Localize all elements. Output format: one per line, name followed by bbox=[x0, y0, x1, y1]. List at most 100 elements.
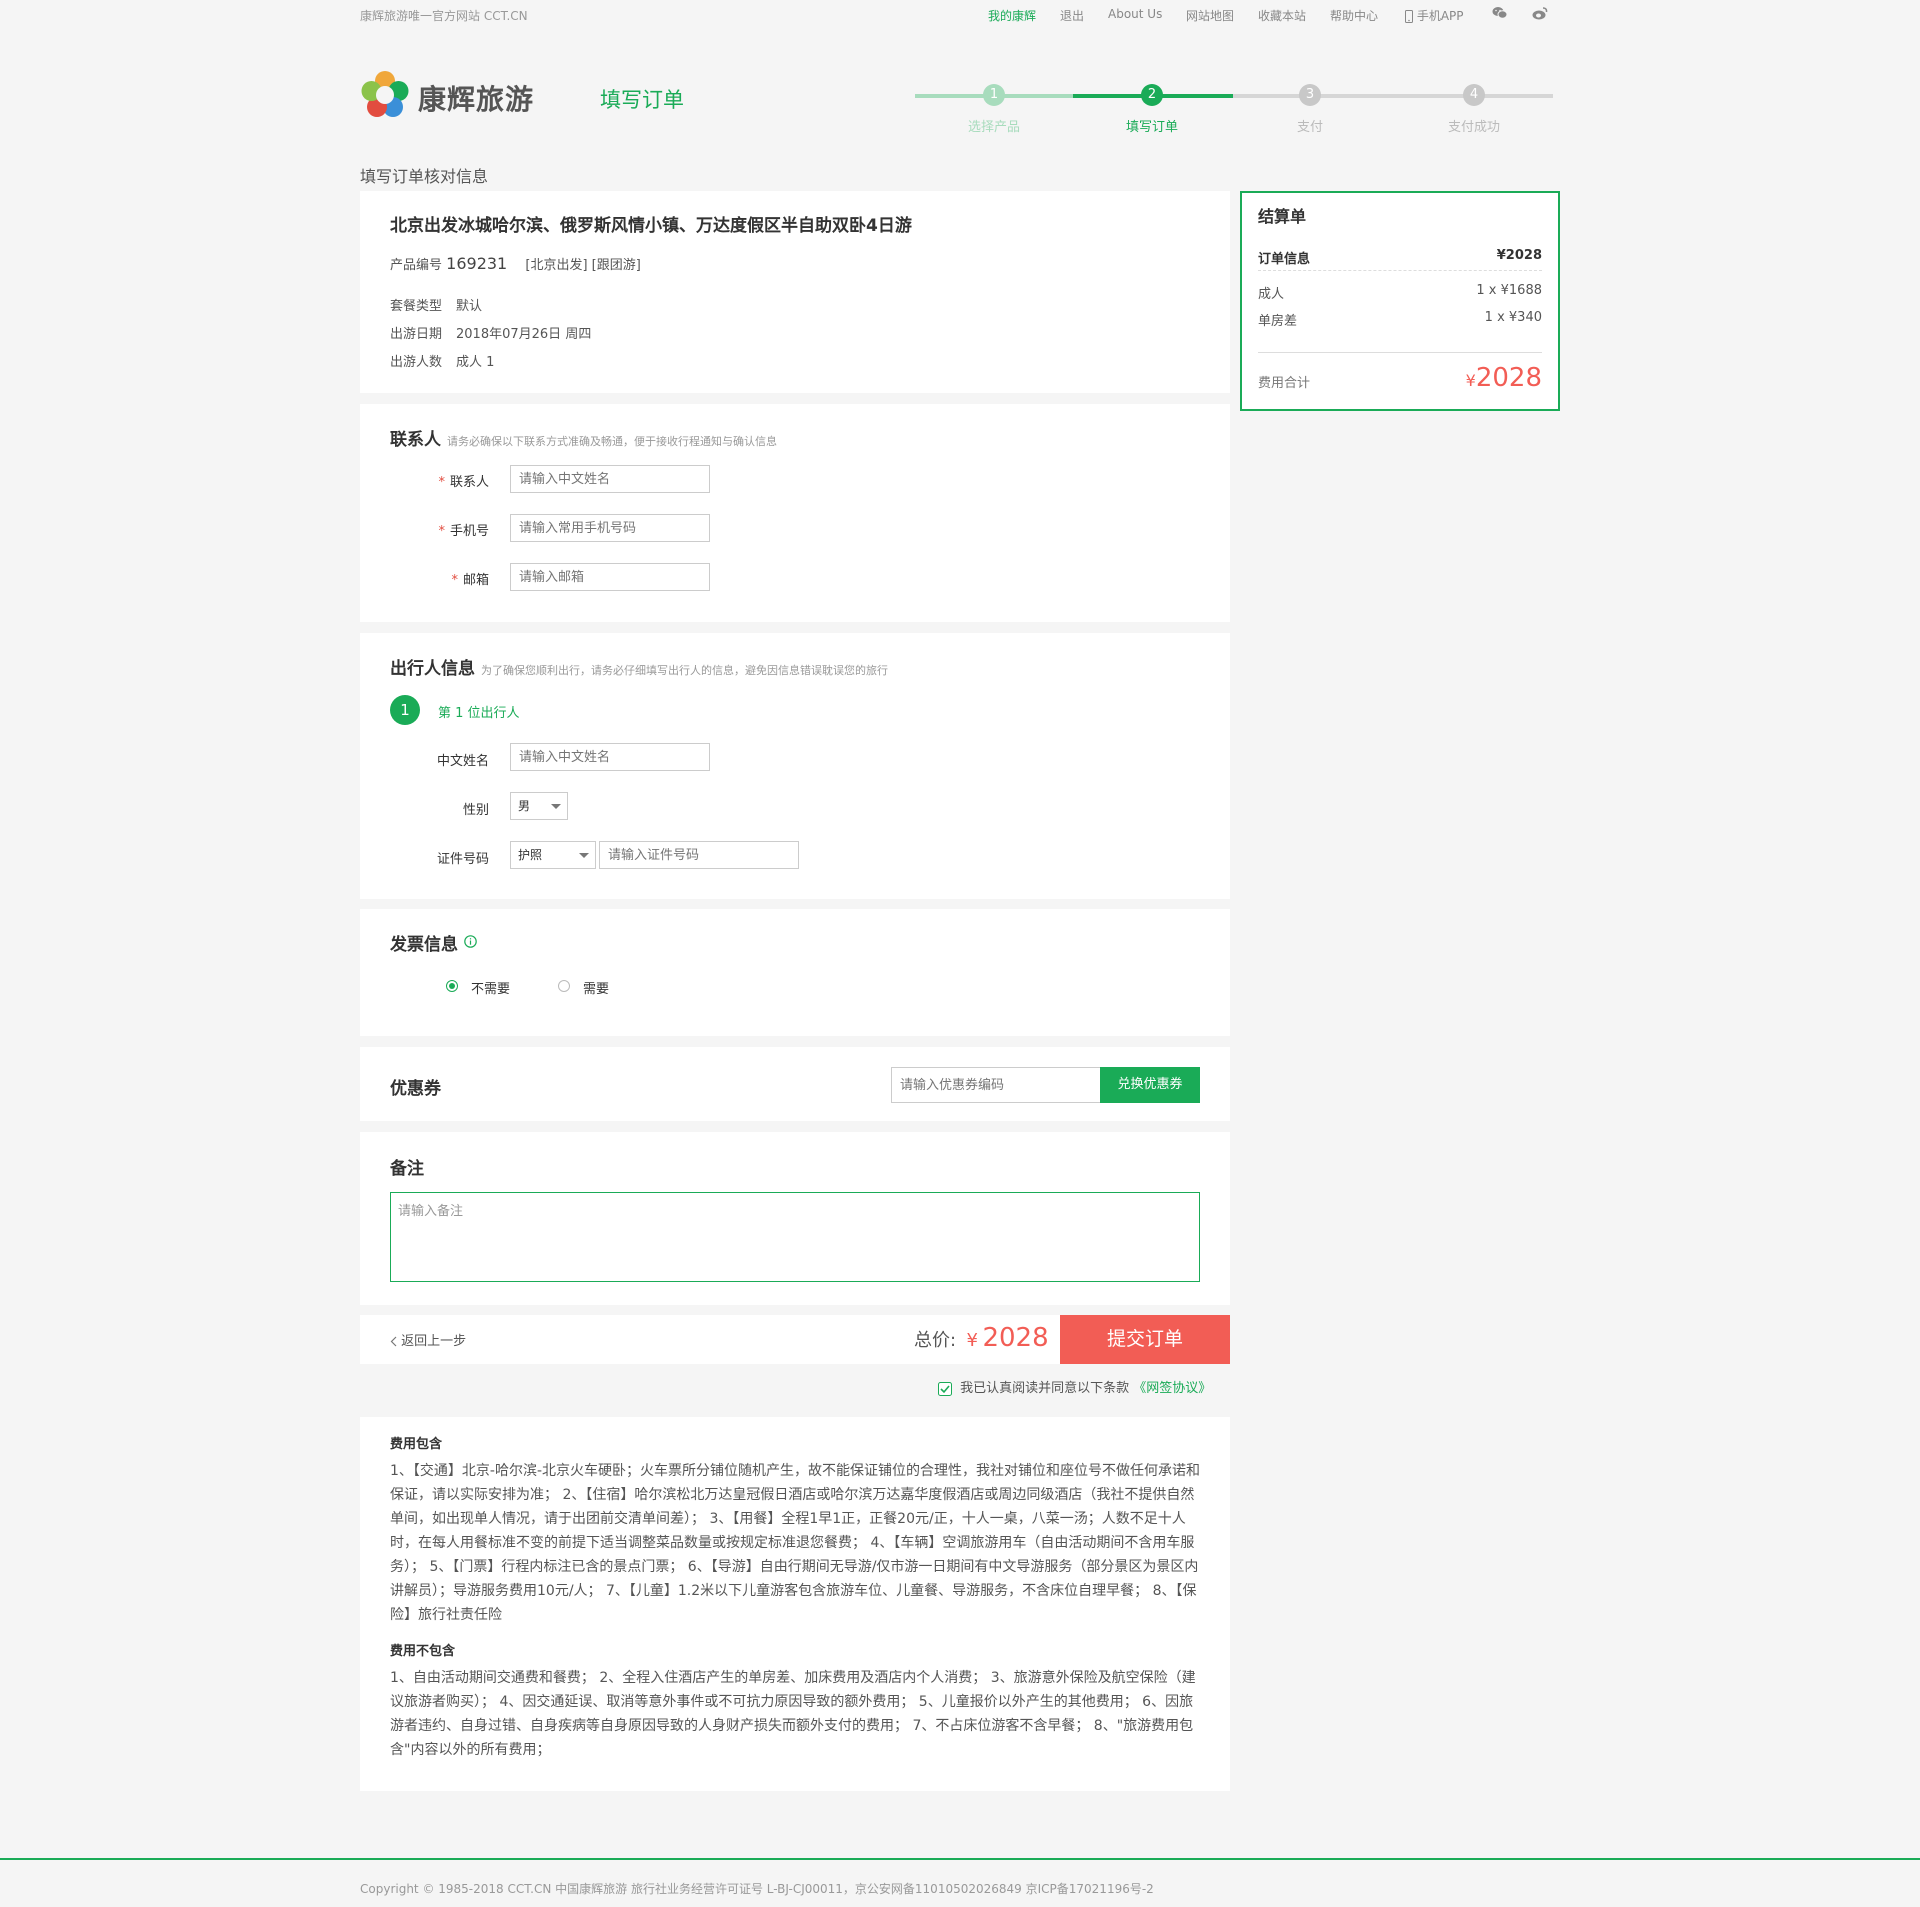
weibo-icon[interactable] bbox=[1532, 6, 1548, 23]
product-code-row: 产品编号 169231 [北京出发] [跟团游] bbox=[390, 254, 641, 273]
summary-order-label: 订单信息 bbox=[1258, 252, 1311, 267]
step-3-label: 支付 bbox=[1296, 120, 1324, 135]
brand-logo-icon[interactable] bbox=[360, 70, 410, 120]
back-link[interactable]: 返回上一步 bbox=[390, 1330, 466, 1349]
contact-hint: 请务必确保以下联系方式准确及畅通，便于接收行程通知与确认信息 bbox=[447, 435, 777, 448]
phone-icon bbox=[1405, 10, 1413, 23]
total-price: 总价: ¥ 2028 bbox=[914, 1323, 1049, 1353]
invoice-title: 发票信息 bbox=[390, 935, 458, 955]
agreement-link[interactable]: 《网签协议》 bbox=[1133, 1381, 1211, 1396]
invoice-none-label[interactable]: 不需要 bbox=[471, 978, 510, 997]
product-code: 169231 bbox=[446, 254, 508, 273]
product-code-label: 产品编号 bbox=[390, 258, 443, 273]
package-label: 套餐类型 bbox=[390, 299, 443, 314]
id-label: 证件号码 bbox=[436, 852, 489, 867]
contact-email-input[interactable] bbox=[510, 563, 710, 591]
summary-item-adult: 成人 1 x ¥1688 bbox=[1258, 283, 1542, 302]
nav-help[interactable]: 帮助中心 bbox=[1330, 7, 1378, 24]
people-row: 出游人数 成人 1 bbox=[390, 351, 494, 370]
traveler-title: 出行人信息 bbox=[390, 659, 475, 679]
chevron-left-icon bbox=[390, 1336, 397, 1347]
fees-exclude-title: 费用不包含 bbox=[390, 1644, 456, 1659]
summary-order-row: 订单信息 ¥2028 bbox=[1258, 248, 1542, 267]
product-card: 北京出发冰城哈尔滨、俄罗斯风情小镇、万达度假区半自助双卧4日游 产品编号 169… bbox=[360, 191, 1230, 393]
chevron-down-icon bbox=[551, 804, 561, 809]
package-value: 默认 bbox=[456, 299, 483, 314]
step-2-label: 填写订单 bbox=[1125, 120, 1179, 135]
traveler-name-input[interactable] bbox=[510, 743, 710, 771]
gender-label: 性别 bbox=[462, 803, 489, 818]
remark-title: 备注 bbox=[390, 1159, 424, 1179]
summary-divider bbox=[1258, 352, 1542, 353]
remark-textarea[interactable]: 请输入备注 bbox=[390, 1192, 1200, 1282]
info-icon[interactable] bbox=[464, 935, 477, 948]
wechat-icon[interactable] bbox=[1492, 6, 1508, 23]
summary-order-value: ¥2028 bbox=[1496, 248, 1542, 263]
footer-copyright: Copyright © 1985-2018 CCT.CN 中国康辉旅游 旅行社业… bbox=[360, 1882, 1154, 1896]
step-1-label: 选择产品 bbox=[967, 120, 1021, 135]
brand-name: 康辉旅游 bbox=[418, 83, 535, 116]
order-summary: 结算单 订单信息 ¥2028 成人 1 x ¥1688 单房差 1 x ¥340 费… bbox=[1240, 191, 1560, 411]
invoice-need-label[interactable]: 需要 bbox=[583, 978, 609, 997]
footer-divider bbox=[0, 1858, 1920, 1860]
product-tags: [北京出发] [跟团游] bbox=[525, 258, 641, 273]
traveler-name-label: 中文姓名 bbox=[436, 754, 489, 769]
summary-title: 结算单 bbox=[1258, 207, 1307, 226]
contact-heading: 联系人 请务必确保以下联系方式准确及畅通，便于接收行程通知与确认信息 bbox=[390, 425, 777, 450]
nav-mobile-app[interactable]: 手机APP bbox=[1405, 7, 1464, 24]
gender-select[interactable]: 男 bbox=[510, 792, 568, 820]
submit-order-button[interactable]: 提交订单 bbox=[1060, 1315, 1230, 1364]
agreement-checkbox[interactable] bbox=[938, 1381, 952, 1396]
step-4-label: 支付成功 bbox=[1447, 120, 1501, 135]
top-bar: 康辉旅游唯一官方网站 CCT.CN 我的康辉 退出 About Us 网站地图 … bbox=[0, 0, 1920, 30]
chevron-down-icon bbox=[579, 853, 589, 858]
nav-my-account[interactable]: 我的康辉 bbox=[988, 7, 1036, 24]
contact-card: 联系人请务必确保以下联系方式准确及畅通，便于接收行程通知与确认信息 *联系人 *… bbox=[360, 404, 1230, 622]
people-label: 出游人数 bbox=[390, 355, 443, 370]
invoice-need-radio[interactable] bbox=[558, 980, 570, 992]
product-name: 北京出发冰城哈尔滨、俄罗斯风情小镇、万达度假区半自助双卧4日游 bbox=[390, 216, 912, 236]
nav-sitemap[interactable]: 网站地图 bbox=[1186, 7, 1234, 24]
contact-phone-input[interactable] bbox=[510, 514, 710, 542]
fees-include-title: 费用包含 bbox=[390, 1437, 443, 1452]
date-row: 出游日期 2018年07月26日 周四 bbox=[390, 323, 591, 342]
package-row: 套餐类型 默认 bbox=[390, 295, 482, 314]
contact-email-label: * 邮箱 bbox=[451, 573, 489, 588]
fees-include-text: 1、【交通】北京-哈尔滨-北京火车硬卧；火车票所分铺位随机产生，故不能保证铺位的… bbox=[390, 1463, 1201, 1623]
invoice-card: 发票信息 不需要 需要 bbox=[360, 909, 1230, 1036]
total-amount: 2028 bbox=[982, 1323, 1049, 1353]
coupon-card: 优惠券 兑换优惠券 bbox=[360, 1047, 1230, 1121]
remark-card: 备注 请输入备注 bbox=[360, 1132, 1230, 1305]
contact-title: 联系人 bbox=[390, 430, 441, 450]
section-title: 填写订单核对信息 bbox=[360, 167, 489, 186]
nav-mobile-app-label: 手机APP bbox=[1416, 9, 1464, 23]
date-label: 出游日期 bbox=[390, 327, 443, 342]
agreement-text: 我已认真阅读并同意以下条款 bbox=[960, 1381, 1130, 1396]
page-title: 填写订单 bbox=[600, 88, 684, 112]
nav-about-us[interactable]: About Us bbox=[1108, 7, 1162, 21]
contact-phone-label: * 手机号 bbox=[438, 524, 489, 539]
id-type-select[interactable]: 护照 bbox=[510, 841, 596, 869]
invoice-none-radio[interactable] bbox=[446, 980, 458, 992]
summary-divider bbox=[1258, 270, 1542, 271]
site-name: 康辉旅游唯一官方网站 CCT.CN bbox=[360, 9, 528, 23]
step-3-circle: 3 bbox=[1299, 84, 1321, 106]
contact-name-label: * 联系人 bbox=[438, 475, 489, 490]
step-2-circle: 2 bbox=[1141, 84, 1163, 106]
step-1-circle: 1 bbox=[983, 84, 1005, 106]
step-line-todo bbox=[1233, 94, 1553, 98]
traveler-index-label: 第 1 位出行人 bbox=[438, 706, 520, 721]
traveler-heading: 出行人信息 为了确保您顺利出行，请务必仔细填写出行人的信息，避免因信息错误耽误您的… bbox=[390, 654, 888, 679]
step-4-circle: 4 bbox=[1463, 84, 1485, 106]
redeem-coupon-button[interactable]: 兑换优惠券 bbox=[1100, 1067, 1200, 1103]
nav-logout[interactable]: 退出 bbox=[1060, 7, 1084, 24]
contact-name-input[interactable] bbox=[510, 465, 710, 493]
traveler-hint: 为了确保您顺利出行，请务必仔细填写出行人的信息，避免因信息错误耽误您的旅行 bbox=[481, 664, 888, 677]
date-value: 2018年07月26日 周四 bbox=[456, 327, 592, 342]
traveler-card: 出行人信息 为了确保您顺利出行，请务必仔细填写出行人的信息，避免因信息错误耽误您的… bbox=[360, 633, 1230, 899]
id-number-input[interactable] bbox=[599, 841, 799, 869]
coupon-code-input[interactable] bbox=[891, 1067, 1101, 1103]
summary-total: ¥2028 bbox=[1465, 363, 1542, 393]
nav-bookmark[interactable]: 收藏本站 bbox=[1258, 7, 1306, 24]
people-value: 成人 1 bbox=[456, 355, 495, 370]
